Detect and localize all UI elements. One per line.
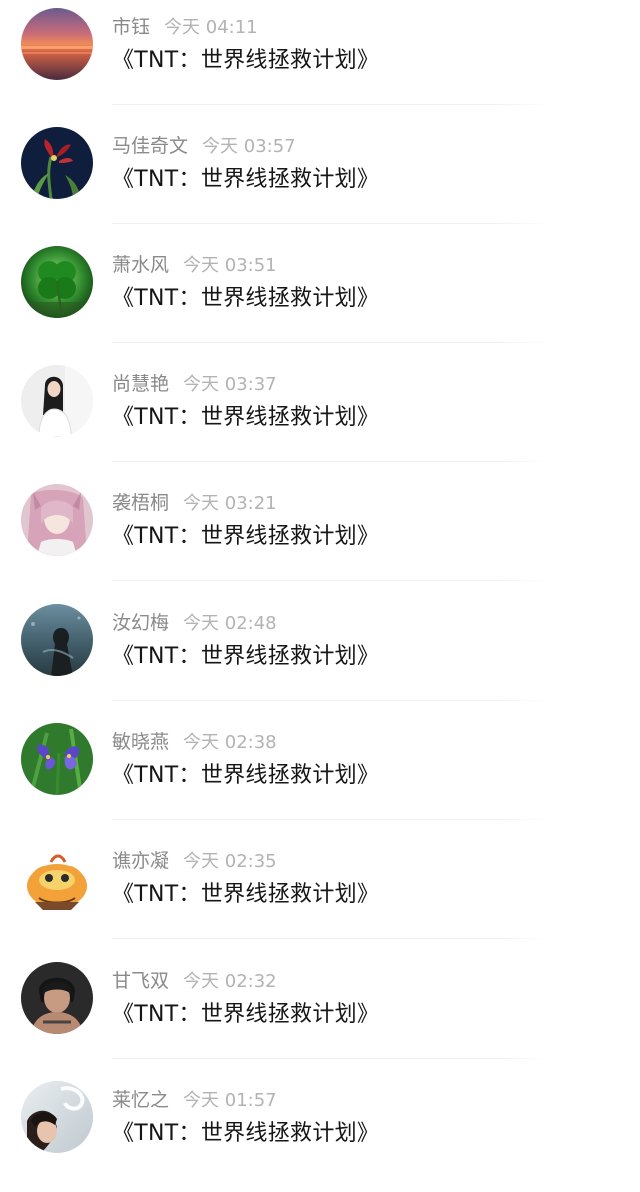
comment-text: 《TNT：世界线拯救计划》 xyxy=(112,524,380,549)
portrait-icon xyxy=(21,365,93,437)
username[interactable]: 袭梧桐 xyxy=(112,492,169,514)
cartoon-cat-icon xyxy=(21,842,93,914)
divider xyxy=(112,104,552,105)
comment-item[interactable]: 市钰 今天 04:11 《TNT：世界线拯救计划》 xyxy=(0,0,640,119)
comment-text: 《TNT：世界线拯救计划》 xyxy=(112,48,380,73)
dark-figure-avatar[interactable] xyxy=(21,604,93,676)
divider xyxy=(112,342,552,343)
comment-item[interactable]: 袭梧桐 今天 03:21 《TNT：世界线拯救计划》 xyxy=(0,476,640,595)
timestamp: 今天 02:38 xyxy=(183,732,277,753)
username[interactable]: 莱忆之 xyxy=(112,1089,169,1111)
timestamp: 今天 02:35 xyxy=(183,851,277,872)
portrait-icon xyxy=(21,1081,93,1153)
portrait-icon xyxy=(21,962,93,1034)
comment-item[interactable]: 萧水风 今天 03:51 《TNT：世界线拯救计划》 xyxy=(0,238,640,357)
anime-girl-avatar[interactable] xyxy=(21,484,93,556)
timestamp: 今天 01:57 xyxy=(183,1090,277,1111)
comment-text: 《TNT：世界线拯救计划》 xyxy=(112,286,380,311)
timestamp: 今天 03:21 xyxy=(183,493,277,514)
timestamp: 今天 03:37 xyxy=(183,374,277,395)
comment-text: 《TNT：世界线拯救计划》 xyxy=(112,1121,380,1146)
sunset-icon xyxy=(21,8,93,80)
girl-portrait-avatar[interactable] xyxy=(21,365,93,437)
timestamp: 今天 02:48 xyxy=(183,613,277,634)
username[interactable]: 谯亦凝 xyxy=(112,850,169,872)
divider xyxy=(112,223,552,224)
comment-item[interactable]: 甘飞双 今天 02:32 《TNT：世界线拯救计划》 xyxy=(0,954,640,1073)
comment-text: 《TNT：世界线拯救计划》 xyxy=(112,405,380,430)
comment-item[interactable]: 马佳奇文 今天 03:57 《TNT：世界线拯救计划》 xyxy=(0,119,640,238)
divider xyxy=(112,461,552,462)
username[interactable]: 尚慧艳 xyxy=(112,373,169,395)
iris-icon xyxy=(21,723,93,795)
cartoon-cat-avatar[interactable] xyxy=(21,842,93,914)
divider xyxy=(112,1058,552,1059)
sunset-avatar[interactable] xyxy=(21,8,93,80)
comment-text: 《TNT：世界线拯救计划》 xyxy=(112,763,380,788)
comment-text: 《TNT：世界线拯救计划》 xyxy=(112,167,380,192)
username[interactable]: 汝幻梅 xyxy=(112,612,169,634)
comment-item[interactable]: 谯亦凝 今天 02:35 《TNT：世界线拯救计划》 xyxy=(0,834,640,953)
comment-item[interactable]: 尚慧艳 今天 03:37 《TNT：世界线拯救计划》 xyxy=(0,357,640,476)
timestamp: 今天 03:57 xyxy=(202,136,296,157)
boy-portrait-avatar[interactable] xyxy=(21,962,93,1034)
divider xyxy=(112,819,552,820)
comment-text: 《TNT：世界线拯救计划》 xyxy=(112,1002,380,1027)
comment-item[interactable]: 莱忆之 今天 01:57 《TNT：世界线拯救计划》 xyxy=(0,1073,640,1192)
clover-icon xyxy=(21,246,93,318)
anime-girl-icon xyxy=(21,484,93,556)
red-flower-icon xyxy=(21,127,93,199)
divider xyxy=(112,700,552,701)
iris-flower-avatar[interactable] xyxy=(21,723,93,795)
comment-text: 《TNT：世界线拯救计划》 xyxy=(112,882,380,907)
username[interactable]: 马佳奇文 xyxy=(112,135,188,157)
comment-item[interactable]: 敏晓燕 今天 02:38 《TNT：世界线拯救计划》 xyxy=(0,715,640,834)
red-flower-avatar[interactable] xyxy=(21,127,93,199)
comment-item[interactable]: 汝幻梅 今天 02:48 《TNT：世界线拯救计划》 xyxy=(0,596,640,715)
timestamp: 今天 04:11 xyxy=(164,17,258,38)
comment-text: 《TNT：世界线拯救计划》 xyxy=(112,644,380,669)
smoke-boy-avatar[interactable] xyxy=(21,1081,93,1153)
clover-avatar[interactable] xyxy=(21,246,93,318)
figure-icon xyxy=(21,604,93,676)
comment-list: 市钰 今天 04:11 《TNT：世界线拯救计划》 马佳奇文 今天 03:57 《T… xyxy=(0,0,640,1173)
divider xyxy=(112,938,552,939)
username[interactable]: 市钰 xyxy=(112,16,150,38)
username[interactable]: 敏晓燕 xyxy=(112,731,169,753)
username[interactable]: 萧水风 xyxy=(112,254,169,276)
divider xyxy=(112,580,552,581)
timestamp: 今天 03:51 xyxy=(183,255,277,276)
timestamp: 今天 02:32 xyxy=(183,971,277,992)
username[interactable]: 甘飞双 xyxy=(112,970,169,992)
